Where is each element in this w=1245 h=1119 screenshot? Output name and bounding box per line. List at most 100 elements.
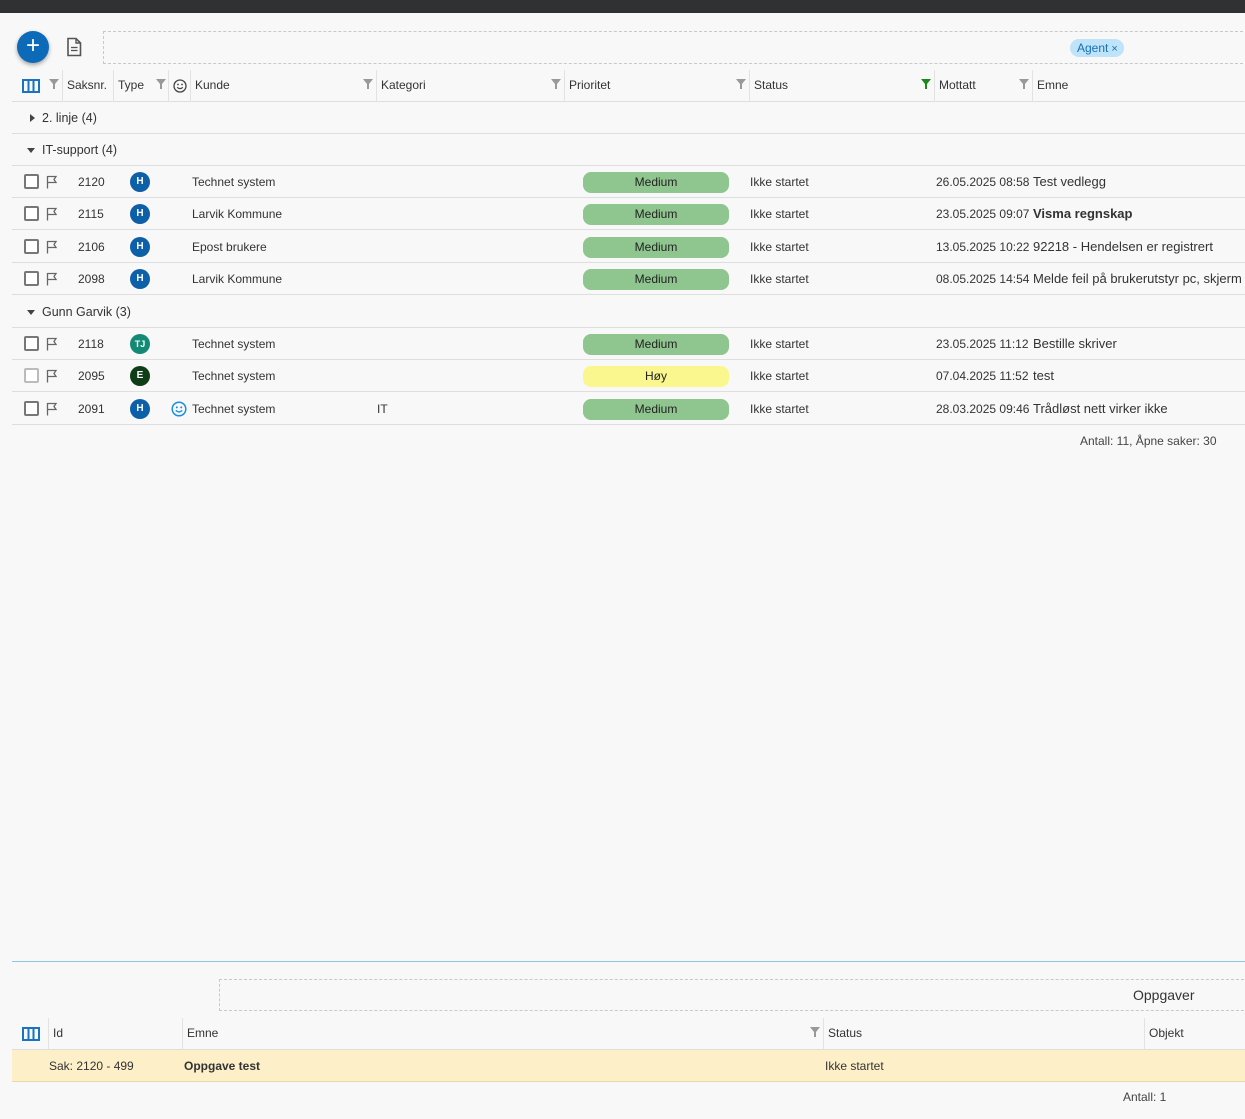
task-row[interactable]: Sak: 2120 - 499 Oppgave test Ikke starte… — [12, 1050, 1245, 1082]
filter-icon[interactable] — [551, 79, 561, 89]
filter-icon[interactable] — [49, 79, 59, 89]
task-group-drop-zone[interactable] — [219, 979, 1245, 1011]
customer-name: Larvik Kommune — [192, 207, 283, 221]
row-checkbox[interactable] — [24, 271, 39, 286]
task-panel-title: Oppgaver — [1133, 987, 1195, 1003]
priority-badge: Medium — [583, 172, 729, 193]
column-header-saksnr[interactable]: Saksnr. — [62, 70, 113, 102]
filter-icon[interactable] — [1019, 79, 1029, 89]
column-header-mottatt[interactable]: Mottatt — [934, 70, 1032, 102]
table-row[interactable]: 2115 H Larvik Kommune Medium Ikke starte… — [12, 198, 1245, 230]
filter-active-icon[interactable] — [921, 79, 931, 89]
case-number[interactable]: 2095 — [78, 360, 105, 392]
customer-name: Technet system — [192, 369, 276, 383]
case-number[interactable]: 2120 — [78, 166, 105, 198]
column-chooser-icon[interactable] — [22, 1027, 40, 1041]
document-icon[interactable] — [65, 37, 83, 57]
case-grid-header: Saksnr. Type Kunde Kategori Prioritet St… — [12, 70, 1245, 102]
expand-arrow-icon[interactable] — [30, 114, 35, 122]
priority-badge: Høy — [583, 366, 729, 387]
row-checkbox[interactable] — [24, 174, 39, 189]
table-row[interactable]: 2098 H Larvik Kommune Medium Ikke starte… — [12, 263, 1245, 295]
column-header-id[interactable]: Id — [48, 1018, 182, 1050]
status-text: Ikke startet — [750, 402, 809, 416]
table-row[interactable]: 2091 H Technet system IT Medium Ikke sta… — [12, 393, 1245, 425]
avatar: H — [130, 269, 150, 289]
row-checkbox[interactable] — [24, 206, 39, 221]
filter-icon[interactable] — [156, 79, 166, 89]
collapse-arrow-icon[interactable] — [27, 148, 35, 153]
smiley-icon — [171, 401, 187, 417]
status-text: Ikke startet — [750, 337, 809, 351]
group-row-it-support[interactable]: IT-support (4) — [12, 134, 1245, 166]
column-header-status[interactable]: Status — [823, 1018, 1144, 1050]
flag-icon[interactable] — [46, 207, 58, 221]
task-grid-header: Id Emne Status Objekt — [12, 1018, 1245, 1050]
customer-name: Epost brukere — [192, 240, 267, 254]
subject-text: Visma regnskap — [1033, 206, 1133, 221]
column-header-type[interactable]: Type — [113, 70, 168, 102]
flag-icon[interactable] — [46, 175, 58, 189]
close-icon[interactable]: × — [1111, 43, 1117, 55]
group-drop-zone[interactable]: Agent × — [103, 31, 1245, 64]
received-date: 23.05.2025 11:12 — [936, 337, 1029, 351]
case-summary: Antall: 11, Åpne saker: 30 — [1080, 434, 1217, 448]
column-header-kunde[interactable]: Kunde — [190, 70, 376, 102]
case-number[interactable]: 2118 — [78, 328, 104, 360]
status-text: Ikke startet — [750, 240, 809, 254]
subject-text: Bestille skriver — [1033, 336, 1117, 351]
task-count: Antall: 1 — [1123, 1090, 1167, 1104]
case-number[interactable]: 2098 — [78, 263, 105, 295]
filter-icon[interactable] — [363, 79, 373, 89]
case-number[interactable]: 2115 — [78, 198, 104, 230]
flag-icon[interactable] — [46, 369, 58, 383]
status-text: Ikke startet — [750, 207, 809, 221]
chip-label: Agent — [1077, 41, 1109, 55]
panel-divider[interactable] — [12, 961, 1245, 962]
case-number[interactable]: 2091 — [78, 393, 105, 425]
column-header-prioritet[interactable]: Prioritet — [564, 70, 749, 102]
case-toolbar: + Agent × — [0, 26, 1245, 68]
column-header-emne[interactable]: Emne — [182, 1018, 823, 1050]
column-header-kategori[interactable]: Kategori — [376, 70, 564, 102]
plus-icon: + — [25, 32, 40, 59]
column-header-mood[interactable] — [168, 70, 190, 102]
filter-icon[interactable] — [810, 1027, 820, 1037]
task-subject: Oppgave test — [184, 1059, 261, 1073]
group-row-gunn-garvik[interactable]: Gunn Garvik (3) — [12, 296, 1245, 328]
row-checkbox[interactable] — [24, 239, 39, 254]
row-checkbox[interactable] — [24, 401, 39, 416]
table-row[interactable]: 2120 H Technet system Medium Ikke starte… — [12, 166, 1245, 198]
received-date: 26.05.2025 08:58 — [936, 175, 1030, 189]
add-case-button[interactable]: + — [17, 31, 49, 63]
subject-text: 92218 - Hendelsen er registrert — [1033, 239, 1213, 254]
avatar: H — [130, 204, 150, 224]
row-checkbox[interactable] — [24, 336, 39, 351]
flag-icon[interactable] — [46, 337, 58, 351]
status-text: Ikke startet — [750, 272, 809, 286]
column-header-emne[interactable]: Emne — [1032, 70, 1245, 102]
app-top-bar — [0, 0, 1245, 13]
table-row[interactable]: 2106 H Epost brukere Medium Ikke startet… — [12, 231, 1245, 263]
filter-icon[interactable] — [736, 79, 746, 89]
avatar: H — [130, 172, 150, 192]
task-id[interactable]: Sak: 2120 - 499 — [49, 1050, 134, 1082]
task-status: Ikke startet — [825, 1059, 884, 1073]
flag-icon[interactable] — [46, 272, 58, 286]
collapse-arrow-icon[interactable] — [27, 310, 35, 315]
status-text: Ikke startet — [750, 369, 809, 383]
subject-text: Trådløst nett virker ikke — [1033, 401, 1168, 416]
column-chooser-icon[interactable] — [22, 79, 40, 93]
group-row-2-linje[interactable]: 2. linje (4) — [12, 102, 1245, 134]
table-row[interactable]: 2118 TJ Technet system Medium Ikke start… — [12, 328, 1245, 360]
column-header-objekt[interactable]: Objekt — [1144, 1018, 1245, 1050]
flag-icon[interactable] — [46, 240, 58, 254]
agent-filter-chip[interactable]: Agent × — [1070, 39, 1124, 57]
table-row[interactable]: 2095 E Technet system Høy Ikke startet 0… — [12, 360, 1245, 392]
case-number[interactable]: 2106 — [78, 231, 105, 263]
received-date: 13.05.2025 10:22 — [936, 240, 1030, 254]
flag-icon[interactable] — [46, 402, 58, 416]
row-checkbox[interactable] — [24, 368, 39, 383]
avatar: H — [130, 237, 150, 257]
column-header-status[interactable]: Status — [749, 70, 934, 102]
